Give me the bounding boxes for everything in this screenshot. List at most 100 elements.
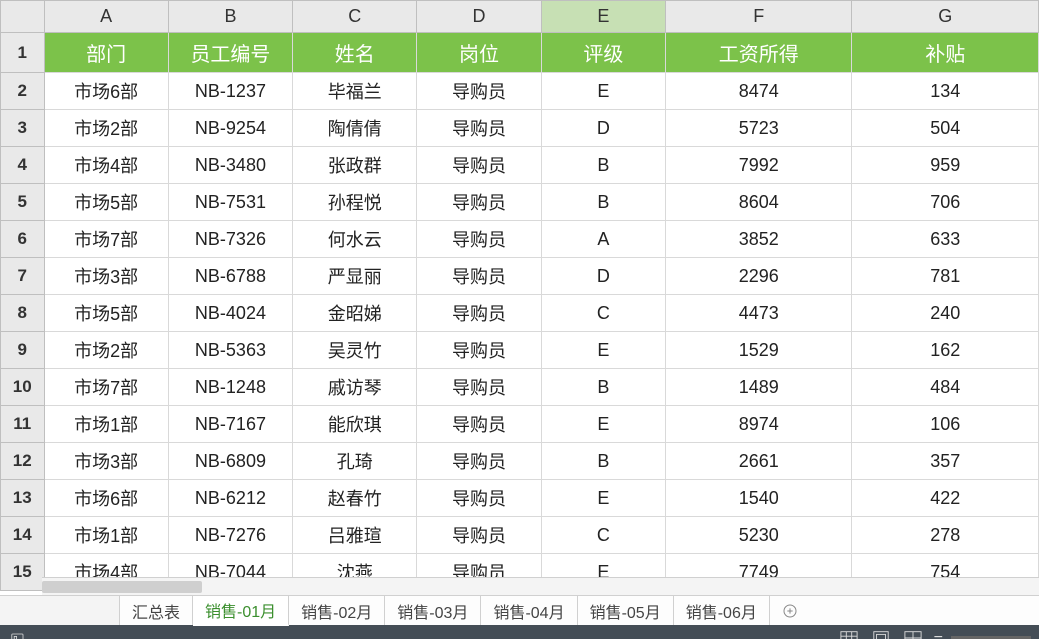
- cell[interactable]: 959: [852, 147, 1039, 184]
- cell[interactable]: 戚访琴: [293, 369, 417, 406]
- cell[interactable]: 4473: [665, 295, 851, 332]
- cell[interactable]: 市场7部: [44, 221, 168, 258]
- cell[interactable]: 7992: [665, 147, 851, 184]
- view-page-layout-button[interactable]: [870, 629, 892, 639]
- cell[interactable]: 市场7部: [44, 369, 168, 406]
- cell[interactable]: 导购员: [417, 332, 541, 369]
- cell[interactable]: 赵春竹: [293, 480, 417, 517]
- row-header-5[interactable]: 5: [1, 184, 45, 221]
- cell[interactable]: 504: [852, 110, 1039, 147]
- view-page-break-button[interactable]: [902, 629, 924, 639]
- row-header-10[interactable]: 10: [1, 369, 45, 406]
- cell[interactable]: 导购员: [417, 480, 541, 517]
- cell[interactable]: 导购员: [417, 443, 541, 480]
- view-normal-button[interactable]: [838, 629, 860, 639]
- cell[interactable]: E: [541, 480, 665, 517]
- cell[interactable]: 市场6部: [44, 480, 168, 517]
- cell[interactable]: 2661: [665, 443, 851, 480]
- header-cell[interactable]: 工资所得: [665, 33, 851, 73]
- cell[interactable]: 市场3部: [44, 258, 168, 295]
- cell[interactable]: D: [541, 258, 665, 295]
- cell[interactable]: NB-6809: [168, 443, 292, 480]
- cell[interactable]: 吕雅瑄: [293, 517, 417, 554]
- col-header-B[interactable]: B: [168, 1, 292, 33]
- cell[interactable]: B: [541, 369, 665, 406]
- cell[interactable]: 导购员: [417, 221, 541, 258]
- col-header-E[interactable]: E: [541, 1, 665, 33]
- cell[interactable]: 1489: [665, 369, 851, 406]
- cell[interactable]: 导购员: [417, 295, 541, 332]
- cell[interactable]: 孙程悦: [293, 184, 417, 221]
- cell[interactable]: 278: [852, 517, 1039, 554]
- sheet-tab[interactable]: 销售-03月: [385, 596, 481, 625]
- cell[interactable]: NB-3480: [168, 147, 292, 184]
- sheet-tab[interactable]: 汇总表: [120, 596, 193, 625]
- cell[interactable]: NB-6212: [168, 480, 292, 517]
- cell[interactable]: 市场2部: [44, 110, 168, 147]
- cell[interactable]: 422: [852, 480, 1039, 517]
- col-header-G[interactable]: G: [852, 1, 1039, 33]
- cell[interactable]: B: [541, 443, 665, 480]
- select-all-corner[interactable]: [1, 1, 45, 33]
- cell[interactable]: 陶倩倩: [293, 110, 417, 147]
- cell[interactable]: 240: [852, 295, 1039, 332]
- cell[interactable]: NB-7167: [168, 406, 292, 443]
- row-header-6[interactable]: 6: [1, 221, 45, 258]
- cell[interactable]: 市场4部: [44, 147, 168, 184]
- cell[interactable]: 市场5部: [44, 295, 168, 332]
- cell[interactable]: 633: [852, 221, 1039, 258]
- cell[interactable]: 导购员: [417, 258, 541, 295]
- row-header-7[interactable]: 7: [1, 258, 45, 295]
- horizontal-scrollbar[interactable]: [42, 577, 1039, 595]
- cell[interactable]: 张政群: [293, 147, 417, 184]
- cell[interactable]: 2296: [665, 258, 851, 295]
- cell[interactable]: 5723: [665, 110, 851, 147]
- header-cell[interactable]: 岗位: [417, 33, 541, 73]
- cell[interactable]: NB-6788: [168, 258, 292, 295]
- cell[interactable]: 导购员: [417, 517, 541, 554]
- header-cell[interactable]: 员工编号: [168, 33, 292, 73]
- row-header-4[interactable]: 4: [1, 147, 45, 184]
- cell[interactable]: NB-7326: [168, 221, 292, 258]
- cell[interactable]: D: [541, 110, 665, 147]
- sheet-tab[interactable]: 销售-01月: [193, 596, 289, 626]
- cell[interactable]: 781: [852, 258, 1039, 295]
- cell[interactable]: E: [541, 332, 665, 369]
- cell[interactable]: 吴灵竹: [293, 332, 417, 369]
- cell[interactable]: A: [541, 221, 665, 258]
- cell[interactable]: 能欣琪: [293, 406, 417, 443]
- cell[interactable]: NB-7276: [168, 517, 292, 554]
- cell[interactable]: 市场2部: [44, 332, 168, 369]
- row-header-1[interactable]: 1: [1, 33, 45, 73]
- header-cell[interactable]: 评级: [541, 33, 665, 73]
- row-header-11[interactable]: 11: [1, 406, 45, 443]
- cell[interactable]: B: [541, 184, 665, 221]
- cell[interactable]: 孔琦: [293, 443, 417, 480]
- cell[interactable]: 8974: [665, 406, 851, 443]
- cell[interactable]: 3852: [665, 221, 851, 258]
- cell[interactable]: E: [541, 406, 665, 443]
- cell[interactable]: NB-7531: [168, 184, 292, 221]
- sheet-tab[interactable]: 销售-04月: [481, 596, 577, 625]
- sheet-tab[interactable]: 销售-06月: [674, 596, 770, 625]
- cell[interactable]: 市场6部: [44, 73, 168, 110]
- row-header-14[interactable]: 14: [1, 517, 45, 554]
- cell[interactable]: 导购员: [417, 184, 541, 221]
- add-sheet-button[interactable]: [770, 596, 810, 625]
- cell[interactable]: 毕福兰: [293, 73, 417, 110]
- cell[interactable]: 8604: [665, 184, 851, 221]
- cell[interactable]: 162: [852, 332, 1039, 369]
- macro-record-icon[interactable]: [0, 625, 38, 639]
- zoom-minus-icon[interactable]: −: [934, 629, 943, 639]
- cell[interactable]: 1529: [665, 332, 851, 369]
- cell[interactable]: NB-9254: [168, 110, 292, 147]
- cell[interactable]: 市场3部: [44, 443, 168, 480]
- cell[interactable]: 导购员: [417, 406, 541, 443]
- col-header-C[interactable]: C: [293, 1, 417, 33]
- cell[interactable]: 1540: [665, 480, 851, 517]
- row-header-12[interactable]: 12: [1, 443, 45, 480]
- col-header-D[interactable]: D: [417, 1, 541, 33]
- sheet-tab[interactable]: 销售-05月: [578, 596, 674, 625]
- cell[interactable]: 严显丽: [293, 258, 417, 295]
- row-header-9[interactable]: 9: [1, 332, 45, 369]
